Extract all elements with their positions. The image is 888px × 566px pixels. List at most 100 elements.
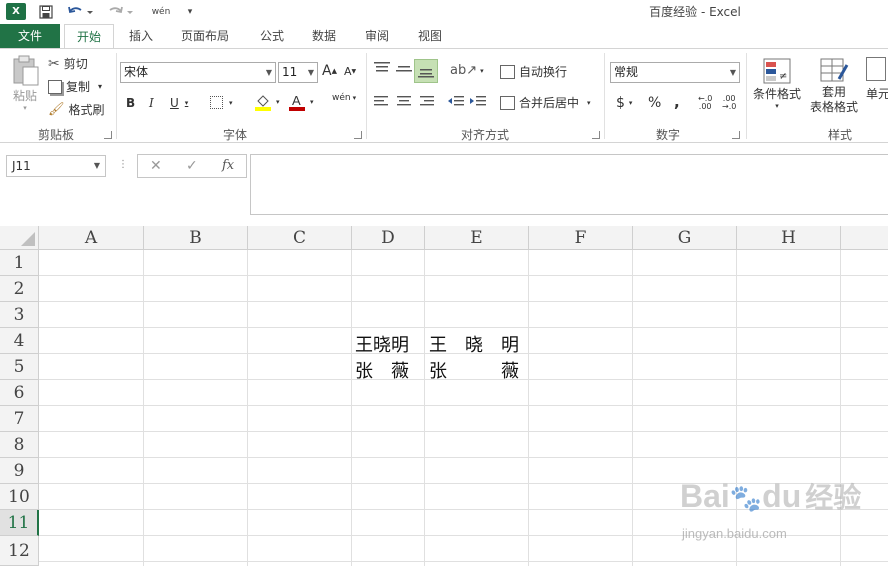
row-header-12[interactable]: 12 — [0, 536, 39, 566]
cell-styles-icon — [866, 57, 886, 81]
border-icon — [210, 96, 223, 109]
save-icon[interactable] — [36, 2, 56, 22]
decrease-decimal-button[interactable]: .00 →.0 — [722, 95, 736, 111]
borders-button[interactable]: ▾ — [210, 96, 233, 109]
column-header-a[interactable]: A — [39, 226, 144, 250]
column-header-f[interactable]: F — [529, 226, 633, 250]
select-all-button[interactable] — [0, 226, 39, 250]
wrap-text-button[interactable]: 自动换行 — [500, 63, 567, 80]
merge-center-label: 合并后居中 — [519, 96, 580, 110]
font-color-button[interactable]: A ▾ — [288, 93, 314, 111]
redo-icon[interactable] — [104, 2, 136, 22]
tab-view[interactable]: 视图 — [408, 24, 452, 49]
number-launcher-icon[interactable] — [732, 131, 740, 139]
font-size-combo[interactable]: 11 ▼ — [278, 62, 318, 83]
column-header-c[interactable]: C — [248, 226, 352, 250]
column-header-e[interactable]: E — [425, 226, 529, 250]
font-name-value: 宋体 — [124, 65, 149, 79]
column-header-h[interactable]: H — [737, 226, 841, 250]
cell-styles-label: 单元 — [866, 87, 888, 101]
font-name-combo[interactable]: 宋体 ▼ — [120, 62, 276, 83]
fill-color-button[interactable]: ▾ — [254, 93, 280, 111]
copy-dropdown-icon[interactable]: ▾ — [98, 82, 102, 91]
merge-center-button[interactable]: 合并后居中 ▾ — [500, 94, 591, 111]
format-painter-button[interactable]: 🖌 格式刷 — [48, 101, 105, 118]
confirm-icon[interactable]: ✓ — [186, 158, 198, 174]
tab-formulas[interactable]: 公式 — [250, 24, 294, 49]
excel-logo-icon: X — [6, 3, 26, 20]
conditional-format-button[interactable]: ≠ 条件格式 ▾ — [752, 57, 802, 110]
svg-text:≠: ≠ — [779, 71, 787, 82]
phonetic-button[interactable]: wén ▾ — [332, 93, 356, 103]
formula-input[interactable] — [250, 154, 888, 215]
row-header-6[interactable]: 6 — [0, 380, 39, 406]
increase-indent-button[interactable] — [470, 95, 486, 107]
customize-qat-icon[interactable]: ▾ — [184, 2, 196, 22]
shrink-font-button[interactable]: A ▼ — [344, 65, 356, 78]
name-box[interactable]: J11 ▼ — [6, 155, 106, 177]
format-table-label-2: 表格格式 — [809, 100, 858, 114]
number-format-combo[interactable]: 常规 ▼ — [610, 62, 740, 83]
row-header-1[interactable]: 1 — [0, 250, 39, 276]
tab-home[interactable]: 开始 — [64, 24, 114, 49]
align-right-button[interactable] — [418, 95, 434, 107]
row-header-8[interactable]: 8 — [0, 432, 39, 458]
align-top-button[interactable] — [374, 61, 390, 75]
align-bottom-button[interactable] — [414, 59, 438, 83]
gridline — [39, 275, 888, 276]
font-launcher-icon[interactable] — [354, 131, 362, 139]
alignment-launcher-icon[interactable] — [592, 131, 600, 139]
align-center-button[interactable] — [396, 95, 412, 107]
cut-button[interactable]: ✂ 剪切 — [48, 55, 88, 72]
font-group-label: 字体 — [222, 128, 247, 142]
row-header-11[interactable]: 11 — [0, 510, 39, 536]
underline-button[interactable]: U ▾ — [170, 96, 188, 110]
orientation-button[interactable]: ab↗ ▾ — [450, 63, 484, 78]
insert-function-icon[interactable]: fx — [222, 158, 234, 173]
grow-font-button[interactable]: A ▲ — [322, 63, 337, 79]
copy-button[interactable]: 复制 ▾ — [48, 78, 102, 95]
row-header-4[interactable]: 4 — [0, 328, 39, 354]
percent-button[interactable]: % — [648, 95, 661, 111]
clipboard-launcher-icon[interactable] — [104, 131, 112, 139]
row-header-10[interactable]: 10 — [0, 484, 39, 510]
column-header-b[interactable]: B — [144, 226, 248, 250]
row-header-2[interactable]: 2 — [0, 276, 39, 302]
currency-button[interactable]: $ ▾ — [616, 95, 632, 111]
comma-button[interactable]: , — [674, 93, 680, 111]
tab-data[interactable]: 数据 — [302, 24, 346, 49]
cell-e4[interactable]: 王 晓 明 — [429, 331, 527, 357]
paste-button[interactable]: 粘贴 ▾ — [8, 55, 42, 112]
watermark-brand: Bai🐾du 经验 — [680, 476, 861, 516]
format-as-table-button[interactable]: 套用 表格格式 — [806, 57, 862, 115]
tab-review[interactable]: 审阅 — [355, 24, 399, 49]
tab-page-layout[interactable]: 页面布局 — [172, 24, 238, 49]
align-left-button[interactable] — [374, 95, 390, 107]
cell-styles-button[interactable]: 单元 — [866, 57, 888, 102]
bold-button[interactable]: B — [126, 96, 135, 110]
cancel-icon[interactable]: ✕ — [150, 158, 162, 174]
row-header-7[interactable]: 7 — [0, 406, 39, 432]
cell-d4[interactable]: 王晓明 — [355, 331, 423, 357]
merge-dropdown-icon[interactable]: ▾ — [587, 99, 591, 107]
styles-group-label: 样式 — [827, 128, 852, 142]
tab-file[interactable]: 文件 — [0, 24, 60, 49]
cell-d5[interactable]: 张 薇 — [355, 357, 423, 383]
increase-indent-icon — [470, 96, 486, 106]
row-header-9[interactable]: 9 — [0, 458, 39, 484]
cell-e5[interactable]: 张 薇 — [429, 357, 527, 383]
column-header-d[interactable]: D — [352, 226, 425, 250]
conditional-format-icon: ≠ — [763, 58, 791, 84]
decrease-indent-button[interactable] — [448, 95, 464, 107]
increase-decimal-button[interactable]: ←.0.00 — [698, 95, 712, 111]
text-orientation-icon: ab↗ — [450, 63, 478, 78]
undo-icon[interactable] — [64, 2, 96, 22]
row-header-5[interactable]: 5 — [0, 354, 39, 380]
tab-insert[interactable]: 插入 — [118, 24, 164, 49]
phonetic-qat-icon[interactable]: wén — [146, 2, 176, 22]
italic-button[interactable]: I — [149, 96, 154, 110]
align-middle-button[interactable] — [396, 63, 412, 77]
row-header-3[interactable]: 3 — [0, 302, 39, 328]
comma-icon: , — [674, 93, 680, 111]
column-header-g[interactable]: G — [633, 226, 737, 250]
